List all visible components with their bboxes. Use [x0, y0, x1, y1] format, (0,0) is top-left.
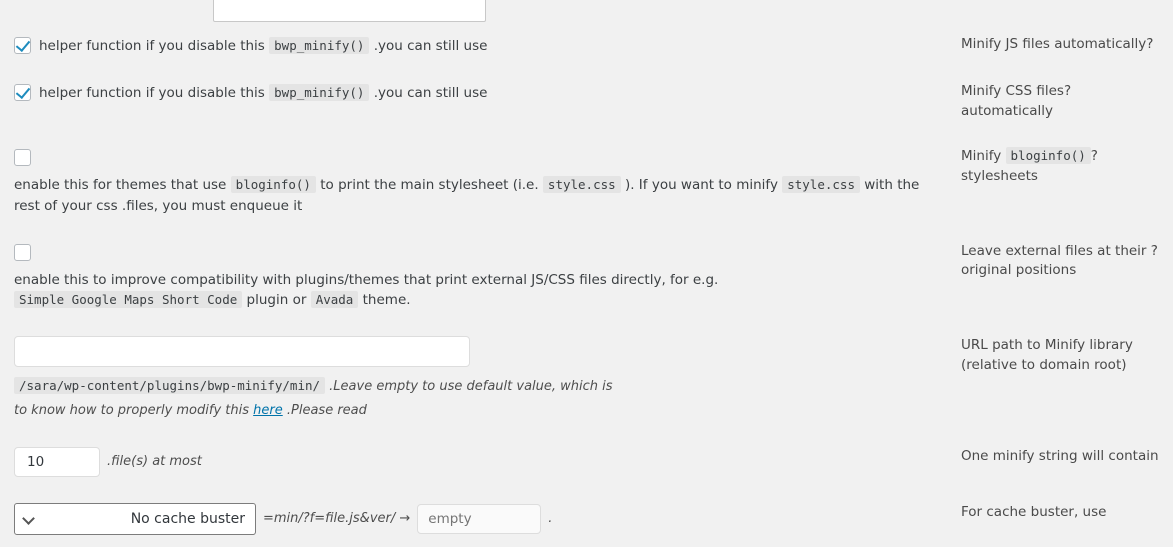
checkbox-minify-js[interactable] [14, 37, 31, 54]
label-cache-buster: For cache buster, use [961, 503, 1107, 520]
cache-buster-select-wrap: No cache buster [14, 502, 256, 535]
desc-minify-js-pre: .you can still use [373, 38, 488, 54]
desc-external-1: enable this to improve compatibility wit… [14, 271, 719, 288]
row-minify-string: One minify string will contain .file(s) … [0, 434, 1173, 490]
code-default-min-path: /sara/wp-content/plugins/bwp-minify/min/ [14, 377, 326, 395]
row-url-path: URL path to Minify library (relative to … [0, 323, 1173, 433]
top-textarea-cutoff[interactable] [213, 0, 486, 22]
checkbox-minify-css[interactable] [14, 84, 31, 102]
input-cache-buster-value[interactable] [417, 503, 542, 534]
desc-bloginfo-3: ). If you want to minify [624, 177, 778, 194]
code-stylecss-2: style.css [782, 176, 860, 194]
desc-url-path-help: to know how to properly modify this here… [14, 401, 943, 421]
checkbox-external-files[interactable] [14, 243, 31, 261]
desc-external-4: . [406, 292, 411, 309]
desc-url-path-default: /sara/wp-content/plugins/bwp-minify/min/… [14, 376, 943, 397]
desc-minify-js-post: helper function if you disable this [39, 38, 265, 54]
select-cache-buster[interactable]: No cache buster [14, 502, 256, 535]
input-url-path[interactable] [14, 336, 470, 368]
desc-external-3: theme [362, 292, 407, 309]
settings-page: ?Minify JS files automatically helper fu… [0, 0, 1173, 547]
row-external-files: Leave external files at their ?original … [0, 229, 1173, 324]
row-minify-js: ?Minify JS files automatically helper fu… [0, 22, 1173, 69]
desc-files-at-most: .file(s) at most [107, 453, 202, 469]
label-minify-string: One minify string will contain [961, 447, 1159, 464]
cache-buster-preview: =min/?f=file.js&ver/ → [263, 510, 411, 526]
desc-bloginfo-2: to print the main stylesheet (i.e. [320, 177, 539, 194]
desc-minify-js: helper function if you disable this bwp_… [39, 35, 943, 56]
cache-buster-trailing-dot: . [548, 510, 553, 526]
desc-url-path-help-post: to know how to properly modify this [14, 402, 249, 418]
label-minify-js: ?Minify JS files automatically [961, 36, 1154, 52]
code-bloginfo-inline: bloginfo() [230, 176, 316, 194]
settings-form-table: ?Minify JS files automatically helper fu… [0, 22, 1173, 547]
desc-minify-bloginfo: enable this for themes that use bloginfo… [14, 174, 943, 216]
label-url-path: URL path to Minify library (relative to … [961, 337, 1133, 373]
row-minify-bloginfo: ?Minify bloginfo() stylesheets enable th… [0, 134, 1173, 229]
code-bwp-minify-css: bwp_minify() [269, 84, 370, 102]
code-bloginfo-label: bloginfo() [1005, 147, 1091, 165]
desc-external-files: enable this to improve compatibility wit… [14, 269, 943, 311]
input-files-at-most[interactable] [14, 446, 100, 477]
code-avada: Avada [310, 291, 359, 309]
desc-external-2: plugin or [246, 292, 307, 309]
desc-url-path-1: .Leave empty to use default value, which… [329, 379, 613, 395]
link-here[interactable]: here [253, 403, 283, 418]
desc-minify-css-post: helper function if you disable this [39, 85, 265, 102]
label-minify-css: ?Minify CSS files automatically [961, 83, 1072, 119]
code-bwp-minify-js: bwp_minify() [269, 37, 370, 54]
code-stylecss-1: style.css [542, 176, 621, 194]
checkbox-minify-bloginfo[interactable] [14, 149, 31, 167]
desc-url-path-help-pre: .Please read [286, 402, 367, 418]
desc-minify-css: helper function if you disable this bwp_… [39, 82, 943, 103]
row-minify-css: ?Minify CSS files automatically helper f… [0, 69, 1173, 134]
code-simple-google-maps: Simple Google Maps Short Code [14, 291, 243, 309]
label-minify-bloginfo: ?Minify bloginfo() stylesheets [951, 134, 1173, 229]
desc-bloginfo-5: .files, you must enqueue it [121, 197, 303, 214]
desc-bloginfo-1: enable this for themes that use [14, 177, 227, 194]
label-bloginfo-post: stylesheets [961, 167, 1038, 184]
row-cache-buster: For cache buster, use No cache buster =m… [0, 490, 1173, 547]
desc-minify-css-pre: .you can still use [373, 85, 488, 102]
label-external-files: Leave external files at their ?original … [961, 242, 1158, 279]
